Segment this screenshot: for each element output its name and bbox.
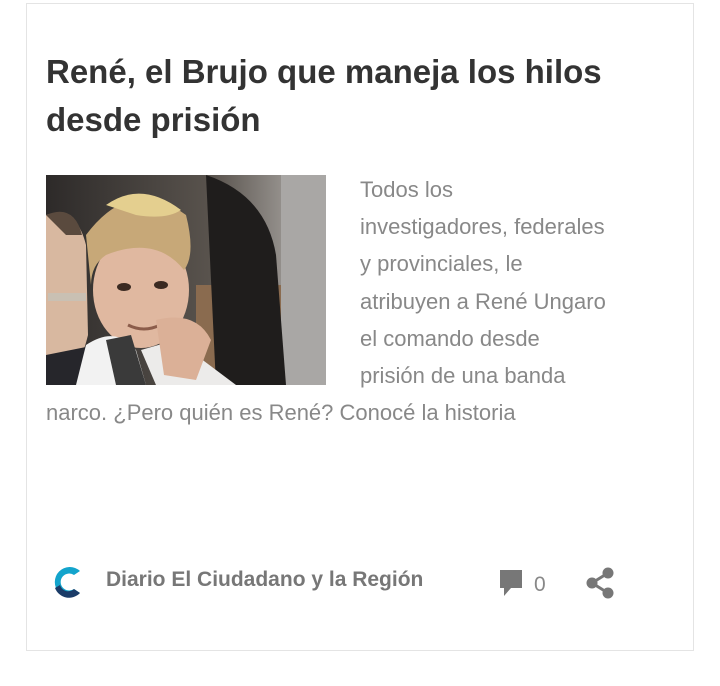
photo-icon [46, 175, 326, 385]
article-body: Todos los investigadores, federales y pr… [46, 171, 606, 431]
comment-count: 0 [534, 573, 546, 596]
article-thumbnail[interactable] [46, 175, 326, 385]
source-name[interactable]: Diario El Ciudadano y la Región [106, 568, 423, 592]
share-icon[interactable] [583, 566, 617, 600]
comment-icon [500, 570, 522, 596]
article-footer: Diario El Ciudadano y la Región 0 [46, 560, 626, 606]
comments-button[interactable]: 0 [498, 568, 558, 600]
article-title[interactable]: René, el Brujo que maneja los hilos desd… [46, 48, 606, 144]
source-logo-icon[interactable] [50, 564, 84, 600]
